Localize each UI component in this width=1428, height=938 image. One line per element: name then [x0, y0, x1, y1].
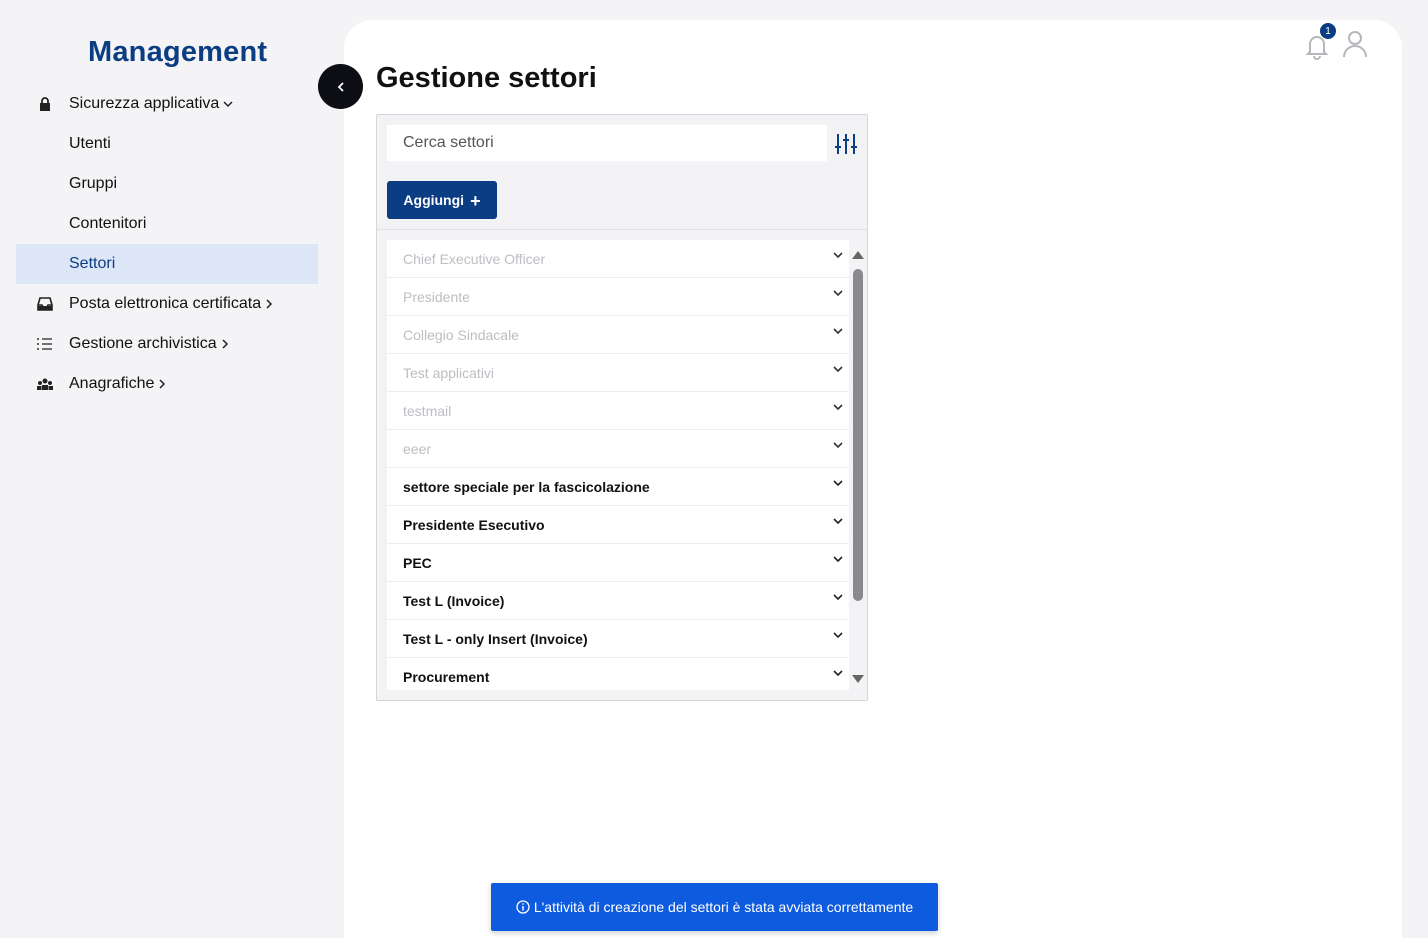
chevron-right-icon [265, 299, 273, 309]
scroll-down-arrow-icon[interactable] [852, 675, 864, 683]
chevron-down-icon[interactable] [831, 324, 845, 338]
sector-row[interactable]: Test L (Invoice) [387, 582, 849, 620]
chevron-right-icon [158, 379, 166, 389]
people-icon [16, 378, 69, 390]
sidebar-item-label: Contenitori [69, 215, 147, 232]
main-panel: 1 Gestione settori Aggiungi + Chief Exec… [344, 20, 1402, 938]
sector-name: Presidente [403, 288, 470, 305]
sector-name: Presidente Esecutivo [403, 516, 545, 533]
chevron-down-icon[interactable] [831, 400, 845, 414]
notification-badge: 1 [1320, 23, 1336, 39]
chevron-left-icon [336, 81, 346, 93]
sidebar-item-gruppi[interactable]: Gruppi [16, 164, 318, 204]
sector-name: Test L - only Insert (Invoice) [403, 630, 588, 647]
user-icon[interactable] [1341, 29, 1369, 59]
sidebar-item-label: Settori [69, 255, 116, 272]
chevron-down-icon[interactable] [831, 248, 845, 262]
toast-notification: L'attività di creazione del settori è st… [491, 883, 938, 931]
brand-title: Management [88, 36, 268, 68]
sector-name: Test L (Invoice) [403, 592, 505, 609]
sidebar: Management Sicurezza applicativa Utenti … [0, 0, 330, 938]
list-icon [16, 337, 69, 351]
sector-row[interactable]: settore speciale per la fascicolazione [387, 468, 849, 506]
collapse-sidebar-button[interactable] [318, 64, 363, 109]
sector-name: eeer [403, 440, 432, 457]
sidebar-item-label: Utenti [69, 135, 111, 152]
filter-settings-icon[interactable] [834, 133, 858, 155]
scrollbar-thumb[interactable] [853, 269, 863, 601]
chevron-right-icon [221, 339, 229, 349]
sector-name: testmail [403, 402, 452, 419]
chevron-down-icon[interactable] [831, 666, 845, 680]
sector-row[interactable]: Chief Executive Officer [387, 240, 849, 278]
divider [377, 229, 867, 230]
sidebar-item-label: Gestione archivistica [69, 335, 217, 352]
sidebar-item-label: Sicurezza applicativa [69, 95, 220, 112]
scroll-up-arrow-icon[interactable] [852, 251, 864, 259]
sector-row[interactable]: Collegio Sindacale [387, 316, 849, 354]
sector-name: PEC [403, 554, 432, 571]
sector-row[interactable]: Test L - only Insert (Invoice) [387, 620, 849, 658]
sector-name: Collegio Sindacale [403, 326, 519, 343]
sidebar-item-gestione-archivistica[interactable]: Gestione archivistica [16, 324, 318, 364]
lock-icon [16, 96, 69, 112]
chevron-down-icon[interactable] [831, 362, 845, 376]
sector-row[interactable]: eeer [387, 430, 849, 468]
sectors-list: Chief Executive Officer Presidente Collegi… [387, 240, 849, 690]
chevron-down-icon[interactable] [831, 514, 845, 528]
sector-row[interactable]: Presidente Esecutivo [387, 506, 849, 544]
plus-icon: + [470, 191, 481, 211]
sector-name: settore speciale per la fascicolazione [403, 478, 650, 495]
chevron-down-icon [223, 100, 233, 108]
sidebar-item-label: Posta elettronica certificata [69, 295, 262, 312]
chevron-down-icon[interactable] [831, 552, 845, 566]
chevron-down-icon[interactable] [831, 628, 845, 642]
sector-row[interactable]: Procurement [387, 658, 849, 690]
add-button[interactable]: Aggiungi + [387, 181, 497, 219]
list-scrollbar[interactable] [851, 247, 865, 683]
sidebar-item-utenti[interactable]: Utenti [16, 124, 318, 164]
sidebar-item-label: Anagrafiche [69, 375, 155, 392]
chevron-down-icon[interactable] [831, 476, 845, 490]
sector-name: Test applicativi [403, 364, 495, 381]
sector-name: Procurement [403, 668, 490, 685]
chevron-down-icon[interactable] [831, 438, 845, 452]
add-button-label: Aggiungi [403, 192, 465, 208]
inbox-icon [16, 297, 69, 311]
toast-message: L'attività di creazione del settori è st… [533, 899, 914, 915]
sector-row[interactable]: PEC [387, 544, 849, 582]
sector-row[interactable]: Presidente [387, 278, 849, 316]
info-icon [516, 900, 530, 914]
sidebar-item-sicurezza-applicativa[interactable]: Sicurezza applicativa [16, 84, 318, 124]
chevron-down-icon[interactable] [831, 286, 845, 300]
chevron-down-icon[interactable] [831, 590, 845, 604]
sidebar-item-label: Gruppi [69, 175, 118, 192]
sector-row[interactable]: Test applicativi [387, 354, 849, 392]
sidebar-item-anagrafiche[interactable]: Anagrafiche [16, 364, 318, 404]
sectors-panel: Aggiungi + Chief Executive Officer Presid… [376, 114, 868, 701]
page-title: Gestione settori [376, 62, 597, 94]
sidebar-item-contenitori[interactable]: Contenitori [16, 204, 318, 244]
search-input[interactable] [387, 125, 827, 161]
sidebar-item-settori[interactable]: Settori [16, 244, 318, 284]
sidebar-item-posta-elettronica-certificata[interactable]: Posta elettronica certificata [16, 284, 318, 324]
sector-name: Chief Executive Officer [403, 250, 546, 267]
sector-row[interactable]: testmail [387, 392, 849, 430]
